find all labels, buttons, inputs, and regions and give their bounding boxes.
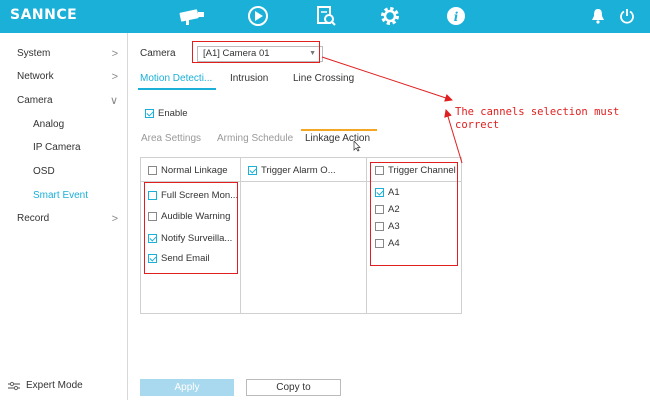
annotation-line-2: correct <box>455 119 500 131</box>
arrow-to-camera-icon <box>321 56 453 102</box>
annotation-arrows <box>321 56 463 164</box>
annotation-text: The cannels selection must correct <box>455 106 619 132</box>
annotation-line-1: The cannels selection must <box>455 106 620 118</box>
